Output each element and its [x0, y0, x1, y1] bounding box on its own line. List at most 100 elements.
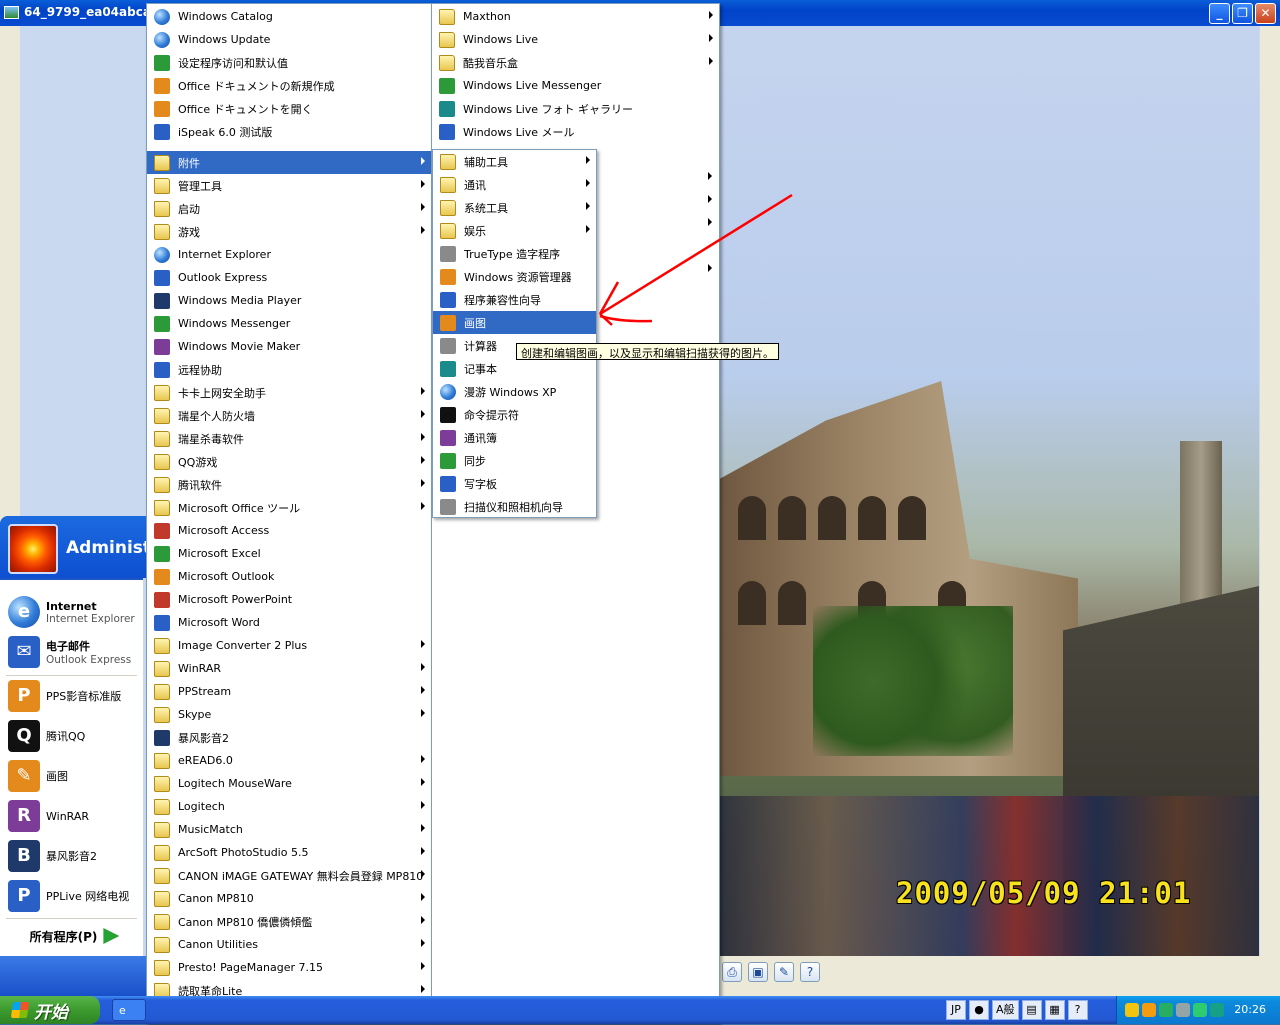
- program-item[interactable]: 启动: [147, 197, 431, 220]
- program-right-item[interactable]: 酷我音乐盒: [432, 51, 719, 74]
- accessory-item[interactable]: 辅助工具: [433, 150, 596, 173]
- recent-winrar[interactable]: R WinRAR: [0, 796, 143, 836]
- accessory-item[interactable]: 通讯: [433, 173, 596, 196]
- program-item[interactable]: Microsoft Office ツール: [147, 496, 431, 519]
- program-item[interactable]: CANON iMAGE GATEWAY 無料会員登録 MP810: [147, 864, 431, 887]
- program-item[interactable]: MusicMatch: [147, 818, 431, 841]
- program-item[interactable]: Canon Utilities: [147, 933, 431, 956]
- print-icon[interactable]: ⎙: [722, 962, 742, 982]
- user-avatar-flower-icon[interactable]: [8, 524, 58, 574]
- program-item[interactable]: 瑞星杀毒软件: [147, 427, 431, 450]
- accessory-item-label: 记事本: [464, 362, 497, 376]
- program-item[interactable]: Internet Explorer: [147, 243, 431, 266]
- security-shield-icon[interactable]: [1125, 1003, 1139, 1017]
- accessory-item[interactable]: 漫游 Windows XP: [433, 380, 596, 403]
- close-button[interactable]: ✕: [1255, 3, 1276, 24]
- pinned-internet[interactable]: e Internet Internet Explorer: [0, 592, 143, 632]
- save-icon[interactable]: ▣: [748, 962, 768, 982]
- accessory-item-label: 画图: [464, 316, 486, 330]
- program-item[interactable]: 暴风影音2: [147, 726, 431, 749]
- program-right-item[interactable]: Windows Live フォト ギャラリー: [432, 97, 719, 120]
- program-item[interactable]: Outlook Express: [147, 266, 431, 289]
- program-top-item[interactable]: Windows Update: [147, 28, 431, 51]
- firewall-icon[interactable]: [1210, 1003, 1224, 1017]
- folder-icon: [154, 453, 170, 470]
- accessory-item[interactable]: 命令提示符: [433, 403, 596, 426]
- recent-pps[interactable]: P PPS影音标准版: [0, 676, 143, 716]
- program-item[interactable]: 游戏: [147, 220, 431, 243]
- accessory-item[interactable]: 同步: [433, 449, 596, 472]
- safely-remove-icon[interactable]: [1193, 1003, 1207, 1017]
- ime-pad-icon[interactable]: ▤: [1021, 1000, 1042, 1020]
- program-item[interactable]: 附件: [147, 151, 431, 174]
- antivirus-icon[interactable]: [1159, 1003, 1173, 1017]
- program-item[interactable]: Canon MP810: [147, 887, 431, 910]
- program-top-item[interactable]: Office ドキュメントを開く: [147, 97, 431, 120]
- program-item[interactable]: 瑞星个人防火墙: [147, 404, 431, 427]
- program-item[interactable]: PPStream: [147, 680, 431, 703]
- accessory-item[interactable]: Windows 资源管理器: [433, 265, 596, 288]
- pplive-icon: P: [8, 880, 40, 912]
- minimize-button[interactable]: _: [1209, 3, 1230, 24]
- accessory-item[interactable]: TrueType 造字程序: [433, 242, 596, 265]
- program-right-item[interactable]: Windows Live: [432, 28, 719, 51]
- program-top-item[interactable]: Office ドキュメントの新規作成: [147, 74, 431, 97]
- accessory-item[interactable]: 通讯簿: [433, 426, 596, 449]
- recent-qq[interactable]: Q 腾讯QQ: [0, 716, 143, 756]
- program-item[interactable]: Microsoft PowerPoint: [147, 588, 431, 611]
- recent-baofeng[interactable]: B 暴风影音2: [0, 836, 143, 876]
- restore-button[interactable]: ❐: [1232, 3, 1253, 24]
- program-item[interactable]: 腾讯软件: [147, 473, 431, 496]
- accessory-item[interactable]: 画图: [433, 311, 596, 334]
- start-button[interactable]: 开始: [0, 996, 100, 1024]
- program-item[interactable]: Logitech MouseWare: [147, 772, 431, 795]
- accessory-item[interactable]: 写字板: [433, 472, 596, 495]
- recent-pplive[interactable]: P PPLive 网络电视: [0, 876, 143, 916]
- network-icon[interactable]: [1176, 1003, 1190, 1017]
- all-programs-button[interactable]: 所有程序(P): [6, 922, 143, 950]
- accessory-item[interactable]: 扫描仪和照相机向导: [433, 495, 596, 518]
- program-item[interactable]: Microsoft Outlook: [147, 565, 431, 588]
- sync-icon: [440, 452, 456, 469]
- ime-help-icon[interactable]: ?: [1067, 1000, 1088, 1020]
- lang-indicator[interactable]: JP: [946, 1000, 966, 1020]
- program-item[interactable]: WinRAR: [147, 657, 431, 680]
- program-right-item[interactable]: Windows Live Messenger: [432, 74, 719, 97]
- recent-paint[interactable]: ✎ 画图: [0, 756, 143, 796]
- submenu-arrow-icon: [421, 433, 425, 441]
- program-item[interactable]: 管理工具: [147, 174, 431, 197]
- program-item[interactable]: Windows Messenger: [147, 312, 431, 335]
- program-top-item[interactable]: Windows Catalog: [147, 5, 431, 28]
- program-item[interactable]: 卡卡上网安全助手: [147, 381, 431, 404]
- program-item[interactable]: Microsoft Word: [147, 611, 431, 634]
- program-item[interactable]: Windows Movie Maker: [147, 335, 431, 358]
- program-right-item[interactable]: Windows Live メール: [432, 120, 719, 143]
- program-item[interactable]: 远程协助: [147, 358, 431, 381]
- ime-tools-icon[interactable]: ▦: [1044, 1000, 1065, 1020]
- program-item[interactable]: Microsoft Excel: [147, 542, 431, 565]
- program-right-item[interactable]: Maxthon: [432, 5, 719, 28]
- accessory-item[interactable]: 程序兼容性向导: [433, 288, 596, 311]
- qq-tray-icon[interactable]: [1142, 1003, 1156, 1017]
- program-item[interactable]: Microsoft Access: [147, 519, 431, 542]
- ime-icon[interactable]: ●: [969, 1000, 989, 1020]
- accessory-item[interactable]: 系统工具: [433, 196, 596, 219]
- pinned-email[interactable]: ✉ 电子邮件 Outlook Express: [0, 632, 143, 672]
- program-item-label: ArcSoft PhotoStudio 5.5: [178, 846, 309, 859]
- program-item[interactable]: Windows Media Player: [147, 289, 431, 312]
- program-item[interactable]: Skype: [147, 703, 431, 726]
- program-top-item[interactable]: iSpeak 6.0 测试版: [147, 120, 431, 143]
- program-item[interactable]: Logitech: [147, 795, 431, 818]
- program-item[interactable]: Presto! PageManager 7.15: [147, 956, 431, 979]
- help-icon[interactable]: ?: [800, 962, 820, 982]
- taskbar-window-item[interactable]: e: [112, 999, 146, 1021]
- program-item[interactable]: eREAD6.0: [147, 749, 431, 772]
- program-item[interactable]: Canon MP810 僑儂僯傾儖: [147, 910, 431, 933]
- program-top-item[interactable]: 设定程序访问和默认值: [147, 51, 431, 74]
- ime-mode[interactable]: A般: [992, 1000, 1019, 1020]
- program-item[interactable]: ArcSoft PhotoStudio 5.5: [147, 841, 431, 864]
- accessory-item[interactable]: 娱乐: [433, 219, 596, 242]
- program-item[interactable]: QQ游戏: [147, 450, 431, 473]
- edit-icon[interactable]: ✎: [774, 962, 794, 982]
- program-item[interactable]: Image Converter 2 Plus: [147, 634, 431, 657]
